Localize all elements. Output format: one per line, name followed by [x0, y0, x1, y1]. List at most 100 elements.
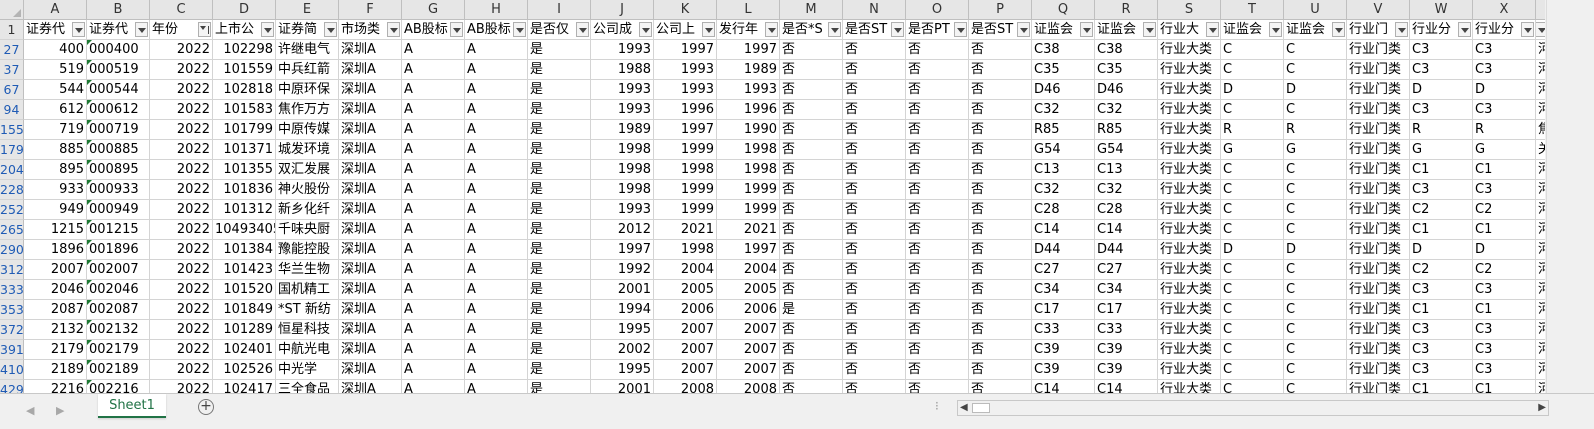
table-cell[interactable]: 否	[780, 380, 843, 393]
table-cell[interactable]: 深圳A	[339, 100, 402, 120]
table-cell[interactable]: 1993	[717, 80, 780, 100]
table-cell[interactable]: 1993	[654, 80, 717, 100]
table-cell[interactable]: 否	[969, 40, 1032, 60]
column-header-partial[interactable]	[1536, 0, 1545, 20]
table-cell[interactable]: 2007	[654, 340, 717, 360]
table-cell[interactable]: A	[465, 360, 528, 380]
table-cell[interactable]: 2007	[717, 340, 780, 360]
table-cell[interactable]: 否	[780, 260, 843, 280]
table-cell[interactable]: 行业大类	[1158, 320, 1221, 340]
table-cell[interactable]: 1996	[717, 100, 780, 120]
table-cell[interactable]: C3	[1410, 180, 1473, 200]
table-cell[interactable]: 中航光电	[276, 340, 339, 360]
row-number[interactable]: 155	[0, 120, 24, 140]
filter-dropdown-icon[interactable]	[387, 22, 400, 37]
table-cell[interactable]: 行业门类	[1347, 300, 1410, 320]
row-number[interactable]: 290	[0, 240, 24, 260]
header-cell[interactable]: 证监会	[1095, 20, 1158, 40]
sheet-tab[interactable]: Sheet1	[98, 394, 166, 418]
table-cell[interactable]: C	[1284, 340, 1347, 360]
table-cell[interactable]: A	[465, 380, 528, 393]
table-cell[interactable]: 2022	[150, 200, 213, 220]
table-cell[interactable]: C39	[1095, 360, 1158, 380]
table-cell[interactable]: 1999	[717, 200, 780, 220]
table-cell[interactable]: 2022	[150, 60, 213, 80]
table-cell[interactable]: 否	[780, 240, 843, 260]
table-cell[interactable]: C1	[1410, 300, 1473, 320]
table-cell[interactable]: 101583	[213, 100, 276, 120]
table-cell[interactable]: 2006	[717, 300, 780, 320]
table-cell[interactable]: 否	[969, 300, 1032, 320]
table-cell[interactable]: 002087	[87, 300, 150, 320]
table-cell[interactable]: 否	[969, 240, 1032, 260]
table-cell[interactable]: C3	[1473, 320, 1536, 340]
filter-dropdown-icon[interactable]	[1458, 22, 1471, 37]
table-cell[interactable]: 1896	[24, 240, 87, 260]
table-cell[interactable]: 1998	[591, 160, 654, 180]
vertical-scrollbar[interactable]	[1545, 0, 1594, 393]
table-cell[interactable]: A	[465, 340, 528, 360]
table-cell[interactable]: 否	[843, 120, 906, 140]
table-cell[interactable]: D	[1221, 80, 1284, 100]
table-cell[interactable]: 焦	[1536, 120, 1545, 140]
table-cell[interactable]: 深圳A	[339, 260, 402, 280]
table-cell[interactable]: 885	[24, 140, 87, 160]
header-cell[interactable]: 是否PT	[906, 20, 969, 40]
table-cell[interactable]: 否	[906, 180, 969, 200]
table-cell[interactable]: C	[1221, 40, 1284, 60]
header-cell[interactable]: 是否ST	[969, 20, 1032, 40]
table-cell[interactable]: 002189	[87, 360, 150, 380]
table-cell[interactable]: 华兰生物	[276, 260, 339, 280]
table-cell[interactable]: 2022	[150, 40, 213, 60]
table-cell[interactable]: D	[1473, 80, 1536, 100]
table-cell[interactable]: 否	[843, 100, 906, 120]
column-header-e[interactable]: E	[276, 0, 339, 20]
table-cell[interactable]: 否	[906, 60, 969, 80]
table-cell[interactable]: 河	[1536, 180, 1545, 200]
header-cell[interactable]: 证券代	[87, 20, 150, 40]
column-header-g[interactable]: G	[402, 0, 465, 20]
table-cell[interactable]: 否	[843, 180, 906, 200]
table-cell[interactable]: 行业大类	[1158, 280, 1221, 300]
header-cell[interactable]: 发行年	[717, 20, 780, 40]
table-cell[interactable]: 河	[1536, 40, 1545, 60]
table-cell[interactable]: D46	[1095, 80, 1158, 100]
table-cell[interactable]: 002046	[87, 280, 150, 300]
row-number[interactable]: 94	[0, 100, 24, 120]
table-cell[interactable]: A	[402, 100, 465, 120]
table-cell[interactable]: C2	[1410, 260, 1473, 280]
table-cell[interactable]: 否	[780, 100, 843, 120]
table-cell[interactable]: 否	[906, 220, 969, 240]
table-cell[interactable]: C	[1284, 260, 1347, 280]
table-cell[interactable]: 否	[780, 60, 843, 80]
table-cell[interactable]: 深圳A	[339, 300, 402, 320]
row-number[interactable]: 204	[0, 160, 24, 180]
table-cell[interactable]: C39	[1032, 360, 1095, 380]
table-cell[interactable]: A	[465, 40, 528, 60]
table-cell[interactable]: C3	[1473, 180, 1536, 200]
table-cell[interactable]: 否	[906, 120, 969, 140]
table-cell[interactable]: 是	[780, 300, 843, 320]
filter-dropdown-icon[interactable]	[828, 22, 841, 37]
row-number[interactable]: 67	[0, 80, 24, 100]
table-cell[interactable]: 否	[969, 200, 1032, 220]
table-cell[interactable]: A	[465, 60, 528, 80]
table-cell[interactable]: 深圳A	[339, 360, 402, 380]
table-cell[interactable]: 1989	[717, 60, 780, 80]
table-cell[interactable]: C14	[1095, 380, 1158, 393]
table-cell[interactable]: 否	[906, 260, 969, 280]
table-cell[interactable]: 深圳A	[339, 160, 402, 180]
table-cell[interactable]: C32	[1032, 100, 1095, 120]
table-cell[interactable]: 河	[1536, 380, 1545, 393]
table-cell[interactable]: 否	[906, 160, 969, 180]
tab-splitter-handle[interactable]: · · ·	[935, 397, 939, 415]
table-cell[interactable]: C	[1284, 380, 1347, 393]
filter-dropdown-icon[interactable]	[1269, 22, 1282, 37]
table-cell[interactable]: 否	[906, 320, 969, 340]
table-cell[interactable]: C27	[1095, 260, 1158, 280]
table-cell[interactable]: 1995	[591, 320, 654, 340]
table-cell[interactable]: 否	[969, 340, 1032, 360]
table-cell[interactable]: 2001	[591, 380, 654, 393]
table-cell[interactable]: A	[465, 260, 528, 280]
table-cell[interactable]: 否	[969, 140, 1032, 160]
